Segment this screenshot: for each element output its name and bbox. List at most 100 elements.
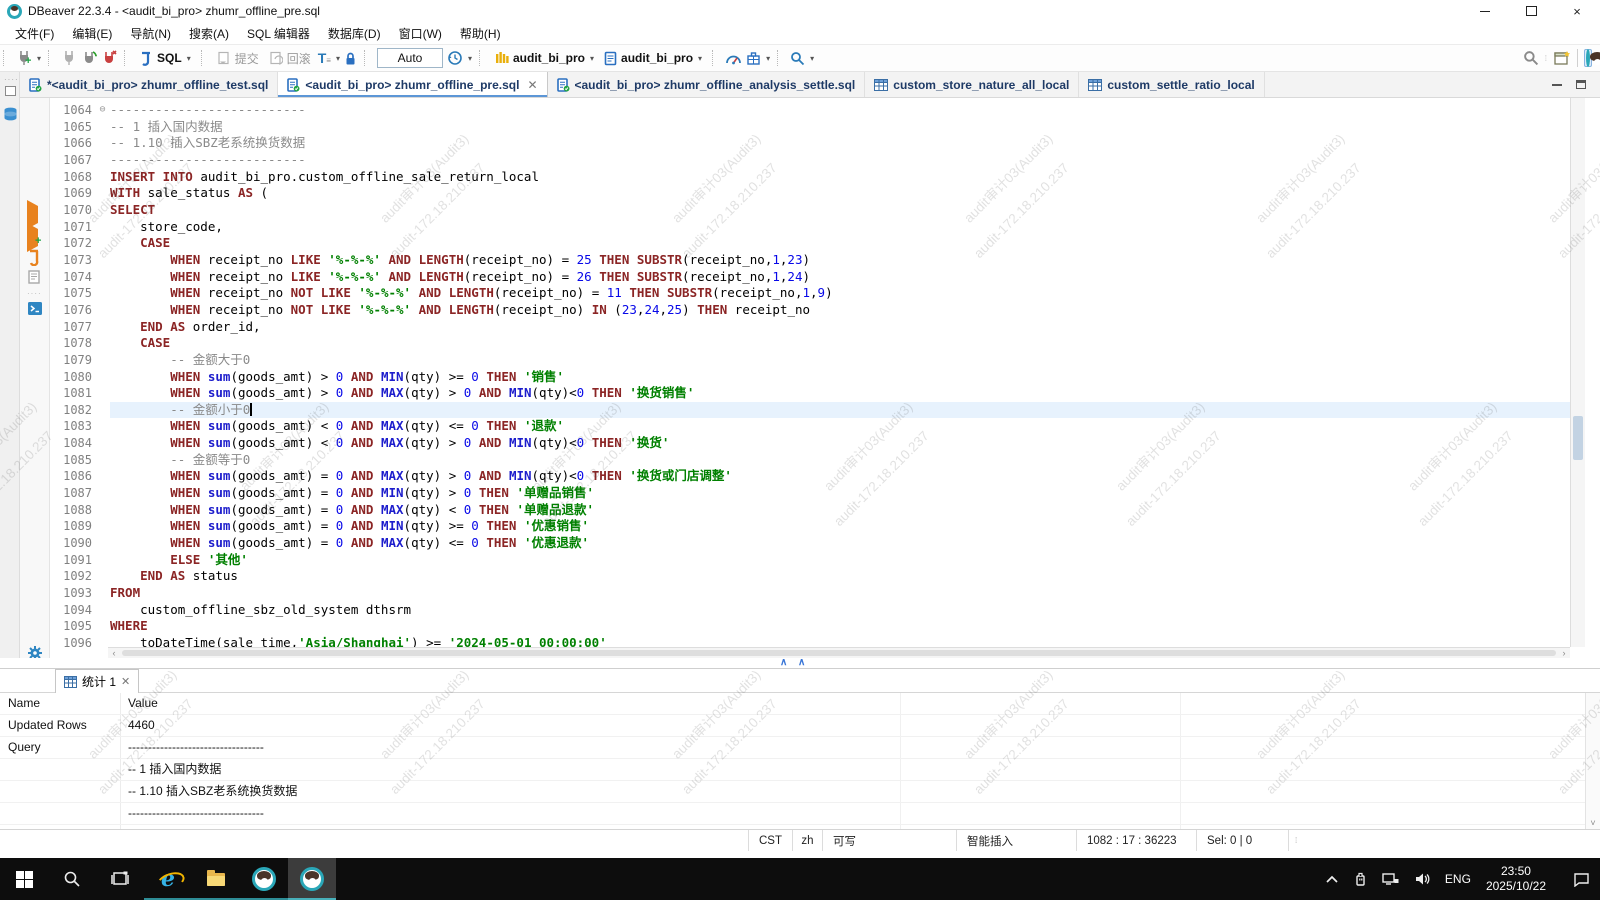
new-connection-dropdown[interactable]: ▾ — [37, 54, 41, 63]
editor-tab[interactable]: *<audit_bi_pro> zhumr_offline_test.sql — [20, 72, 278, 97]
statistics-tab[interactable]: 统计 1 ✕ — [55, 669, 139, 693]
strip-handle-icon[interactable]: ···· — [4, 75, 19, 84]
database-selector[interactable]: audit_bi_pro ▾ — [601, 50, 705, 67]
transaction-mode-icon[interactable]: T≡ — [318, 50, 331, 66]
editor-line[interactable]: 1079 -- 金额大于0 — [50, 352, 1570, 369]
rollback-button[interactable]: 回滚 — [266, 49, 314, 68]
scroll-down-icon[interactable]: ˅ — [1586, 818, 1600, 828]
search-icon[interactable] — [790, 51, 805, 66]
menu-item-a[interactable]: 搜索(A) — [180, 25, 238, 42]
close-button[interactable]: × — [1554, 0, 1600, 22]
editor-tab[interactable]: <audit_bi_pro> zhumr_offline_analysis_se… — [548, 72, 866, 97]
grid-row[interactable]: Updated Rows4460 — [0, 715, 1585, 737]
editor-line[interactable]: 1074 WHEN receipt_no LIKE '%-%-%' AND LE… — [50, 269, 1570, 286]
editor-line[interactable]: 1067-------------------------- — [50, 152, 1570, 169]
editor-line[interactable]: 1088 WHEN sum(goods_amt) = 0 AND MAX(qty… — [50, 502, 1570, 519]
connect-icon[interactable] — [61, 50, 77, 66]
vertical-scrollbar[interactable] — [1570, 98, 1585, 647]
tray-expand-icon[interactable] — [1325, 875, 1339, 884]
execute-statement-icon[interactable] — [27, 206, 38, 224]
editor-line[interactable]: 1093FROM — [50, 585, 1570, 602]
grid-row[interactable]: Query---------------------------------- — [0, 737, 1585, 759]
editor-line[interactable]: 1083 WHEN sum(goods_amt) < 0 AND MAX(qty… — [50, 418, 1570, 435]
execute-script-icon[interactable] — [27, 249, 42, 266]
editor-line[interactable]: 1087 WHEN sum(goods_amt) = 0 AND MIN(qty… — [50, 485, 1570, 502]
task-view-icon[interactable] — [96, 858, 144, 900]
editor-line[interactable]: 1072 CASE — [50, 235, 1570, 252]
lock-icon[interactable] — [344, 51, 357, 66]
editor-tab[interactable]: custom_store_nature_all_local — [865, 72, 1079, 97]
maximize-editor-icon[interactable] — [1576, 80, 1586, 89]
editor-line[interactable]: 1065-- 1 插入国内数据 — [50, 119, 1570, 136]
sql-terminal-icon[interactable] — [27, 301, 43, 316]
minimize-editor-icon[interactable] — [1552, 84, 1562, 86]
editor-tab[interactable]: <audit_bi_pro> zhumr_offline_pre.sql✕ — [278, 72, 547, 97]
editor-line[interactable]: 1095WHERE — [50, 618, 1570, 635]
deploy-dropdown[interactable]: ▾ — [766, 54, 770, 63]
menu-item-h[interactable]: 帮助(H) — [451, 25, 510, 42]
menu-item-w[interactable]: 窗口(W) — [390, 25, 451, 42]
transaction-dropdown[interactable]: ▾ — [336, 54, 340, 63]
explain-plan-icon[interactable] — [27, 269, 42, 285]
horizontal-scrollbar[interactable]: ‹ › — [108, 647, 1570, 658]
open-perspective-icon[interactable] — [1554, 50, 1571, 66]
volume-tray-icon[interactable] — [1414, 872, 1430, 886]
menu-item-d[interactable]: 数据库(D) — [319, 25, 390, 42]
action-center-icon[interactable] — [1573, 872, 1590, 887]
editor-line[interactable]: 1092 END AS status — [50, 568, 1570, 585]
menu-item-n[interactable]: 导航(N) — [121, 25, 180, 42]
quick-search-icon[interactable] — [1523, 50, 1539, 66]
dbeaver-taskbar-icon[interactable] — [240, 858, 288, 900]
editor-line[interactable]: 1084 WHEN sum(goods_amt) < 0 AND MAX(qty… — [50, 435, 1570, 452]
start-button[interactable] — [0, 858, 48, 900]
reconnect-icon[interactable] — [81, 50, 97, 66]
sql-editor[interactable]: 1064⊖--------------------------1065-- 1 … — [50, 98, 1585, 658]
usb-tray-icon[interactable] — [1354, 872, 1367, 887]
commit-mode-select[interactable]: Auto — [377, 48, 443, 68]
new-connection-icon[interactable]: + — [16, 50, 32, 66]
editor-line[interactable]: 1085 -- 金额等于0 — [50, 452, 1570, 469]
editor-line[interactable]: 1077 END AS order_id, — [50, 319, 1570, 336]
clock[interactable]: 23:50 2025/10/22 — [1486, 864, 1546, 894]
editor-tab[interactable]: custom_settle_ratio_local — [1079, 72, 1264, 97]
menu-item-e[interactable]: 编辑(E) — [63, 25, 121, 42]
panel-scrollbar[interactable]: ˅ — [1585, 693, 1600, 829]
editor-line[interactable]: 1066-- 1.10 插入SBZ老系统换货数据 — [50, 135, 1570, 152]
editor-line[interactable]: 1069WITH sale_status AS ( — [50, 185, 1570, 202]
deploy-icon[interactable] — [746, 51, 761, 66]
editor-line[interactable]: 1078 CASE — [50, 335, 1570, 352]
panel-splitter[interactable]: ∧ ∧ — [0, 658, 1600, 668]
editor-line[interactable]: 1086 WHEN sum(goods_amt) = 0 AND MAX(qty… — [50, 468, 1570, 485]
editor-line[interactable]: 1094 custom_offline_sbz_old_system dthsr… — [50, 602, 1570, 619]
collapse-up-icon[interactable]: ∧ — [780, 658, 787, 668]
dbeaver-taskbar-icon-active[interactable] — [288, 858, 336, 900]
grid-row[interactable]: -- 1.10 插入SBZ老系统换货数据 — [0, 781, 1585, 803]
minimize-button[interactable] — [1462, 0, 1508, 22]
editor-line[interactable]: 1075 WHEN receipt_no NOT LIKE '%-%-%' AN… — [50, 285, 1570, 302]
editor-line[interactable]: 1071 store_code, — [50, 219, 1570, 236]
editor-line[interactable]: 1081 WHEN sum(goods_amt) > 0 AND MAX(qty… — [50, 385, 1570, 402]
editor-line[interactable]: 1080 WHEN sum(goods_amt) > 0 AND MIN(qty… — [50, 369, 1570, 386]
transaction-log-dropdown[interactable]: ▾ — [468, 54, 472, 63]
editor-line[interactable]: 1070SELECT — [50, 202, 1570, 219]
close-tab-icon[interactable]: ✕ — [527, 78, 537, 92]
scroll-left-icon[interactable]: ‹ — [108, 648, 120, 658]
sql-editor-button[interactable]: SQL ▾ — [137, 50, 194, 67]
fold-marker-icon[interactable]: ⊖ — [95, 102, 110, 119]
close-tab-icon[interactable]: ✕ — [121, 675, 130, 688]
execute-new-tab-icon[interactable]: + — [27, 229, 38, 247]
transaction-log-icon[interactable] — [447, 50, 463, 66]
restore-panel-icon[interactable] — [5, 86, 16, 96]
editor-line[interactable]: 1068INSERT INTO audit_bi_pro.custom_offl… — [50, 169, 1570, 186]
editor-line[interactable]: 1091 ELSE '其他' — [50, 552, 1570, 569]
grid-row[interactable]: -- 1 插入国内数据 — [0, 759, 1585, 781]
editor-line[interactable]: 1082 -- 金额小于0 — [50, 402, 1570, 419]
editor-line[interactable]: 1089 WHEN sum(goods_amt) = 0 AND MIN(qty… — [50, 518, 1570, 535]
language-indicator[interactable]: ENG — [1445, 872, 1471, 886]
file-explorer-icon[interactable] — [192, 858, 240, 900]
connection-selector[interactable]: audit_bi_pro ▾ — [492, 50, 597, 66]
disconnect-icon[interactable] — [101, 50, 117, 66]
menu-item-f[interactable]: 文件(F) — [6, 25, 63, 42]
code-area[interactable]: 1064⊖--------------------------1065-- 1 … — [50, 102, 1570, 652]
grid-row[interactable]: ---------------------------------- — [0, 803, 1585, 825]
